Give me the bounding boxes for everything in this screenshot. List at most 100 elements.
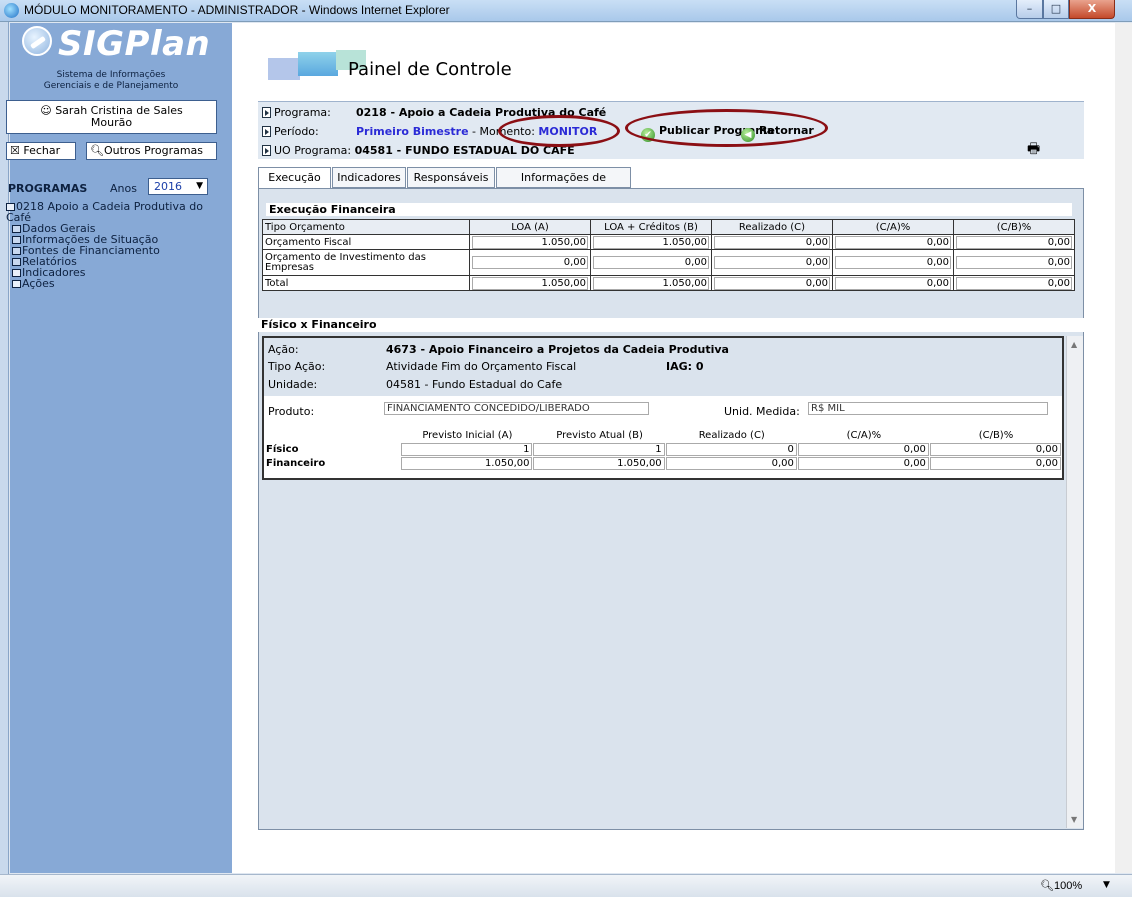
anos-value: 2016	[154, 180, 182, 193]
value-cell: 1.050,00	[469, 275, 591, 291]
value-cell: 0,00	[832, 275, 954, 291]
scroll-up-icon[interactable]: ▲	[1071, 340, 1077, 349]
value-text: 0,00	[929, 456, 1061, 470]
column-header: Realizado (C)	[711, 219, 833, 235]
zoom-level[interactable]: 🔍︎100%	[1040, 879, 1082, 892]
column-header: LOA + Créditos (B)	[590, 219, 712, 235]
value-text: 0,00	[797, 442, 929, 456]
page-scrollbar[interactable]	[1115, 23, 1132, 873]
fisico-financeiro-title: Físico x Financeiro	[258, 318, 1084, 332]
fechar-button[interactable]: ☒ Fechar	[6, 142, 76, 160]
value-text: 0,00	[593, 256, 709, 269]
anos-select[interactable]: 2016 ▼	[148, 178, 208, 195]
value-text: 0,00	[665, 456, 797, 470]
table-row: Físico 1 1 0 0,00 0,00	[266, 442, 1062, 456]
user-icon: ☺	[40, 104, 52, 117]
close-button[interactable]: X	[1069, 0, 1115, 19]
zoom-icon: 🔍︎	[1040, 880, 1054, 892]
value-cell: 0,00	[590, 249, 712, 276]
table-row: Total 1.050,00 1.050,00 0,00 0,00 0,00	[262, 275, 1075, 291]
value-text: 0,00	[835, 276, 951, 290]
value-cell: 0,00	[953, 234, 1075, 250]
value-text: 0,00	[714, 276, 830, 290]
minimize-button[interactable]: –	[1016, 0, 1043, 19]
value-cell: 0,00	[929, 456, 1062, 470]
produto-label: Produto:	[268, 405, 315, 418]
tree-item-label: Ações	[22, 277, 55, 290]
value-cell: 0,00	[929, 442, 1062, 456]
acao-value: 4673 - Apoio Financeiro a Projetos da Ca…	[386, 343, 729, 356]
tab-informacoes-validacao[interactable]: Informações de Validação	[496, 167, 631, 203]
value-text: 0,00	[714, 235, 830, 249]
tipo-cell: Orçamento Fiscal	[262, 234, 470, 250]
fechar-label: Fechar	[23, 144, 61, 157]
outros-programas-label: Outros Programas	[103, 144, 204, 157]
table-row: Financeiro 1.050,00 1.050,00 0,00 0,00 0…	[266, 456, 1062, 470]
value-cell: 0,00	[711, 275, 833, 291]
fisico-table: Previsto Inicial (A) Previsto Atual (B) …	[266, 428, 1062, 470]
programas-label: PROGRAMAS	[8, 182, 88, 195]
folder-icon	[12, 269, 21, 277]
value-text: 1.050,00	[472, 235, 588, 249]
tab-responsaveis[interactable]: Responsáveis	[407, 167, 495, 188]
column-header: LOA (A)	[469, 219, 591, 235]
program-tree: 0218 Apoio a Cadeia Produtiva do Café Da…	[6, 201, 220, 289]
value-text: 0,00	[797, 456, 929, 470]
value-cell: 1	[401, 442, 533, 456]
search-icon: 🔍︎	[90, 144, 104, 157]
panel-scrollbar[interactable]: ▲ ▼	[1066, 336, 1083, 828]
empty-header	[266, 428, 401, 442]
tab-execucao[interactable]: Execução	[258, 167, 331, 189]
print-icon[interactable]: 🖶	[1027, 138, 1040, 162]
periodo-label: Período:	[274, 125, 319, 138]
zoom-value: 100%	[1053, 880, 1083, 892]
brand-subtitle: Sistema de Informações Gerenciais e de P…	[0, 70, 222, 92]
value-cell: 0,00	[953, 275, 1075, 291]
scroll-down-icon[interactable]: ▼	[1071, 815, 1077, 824]
brand-name: SIGPlan	[58, 24, 211, 64]
outros-programas-button[interactable]: 🔍︎Outros Programas	[86, 142, 217, 160]
value-text: 0	[665, 442, 797, 456]
arrow-marker-icon	[262, 126, 271, 137]
maximize-button[interactable]: □	[1043, 0, 1069, 19]
arrow-marker-icon	[262, 145, 271, 156]
table-row: Orçamento Fiscal 1.050,00 1.050,00 0,00 …	[262, 234, 1075, 250]
periodo-value: Primeiro Bimestre	[356, 125, 469, 138]
value-text: 1.050,00	[593, 235, 709, 249]
column-header: Tipo Orçamento	[262, 219, 470, 235]
uo-row: UO Programa: 04581 - FUNDO ESTADUAL DO C…	[262, 144, 575, 158]
table-row: Orçamento de Investimento das Empresas 0…	[262, 249, 1075, 276]
page-title: Painel de Controle	[348, 59, 512, 80]
iag-value: IAG: 0	[666, 360, 704, 373]
unid-medida-field[interactable]: R$ MIL	[808, 402, 1048, 415]
tipo-acao-value: Atividade Fim do Orçamento Fiscal	[386, 360, 577, 373]
row-label: Financeiro	[266, 457, 326, 469]
value-cell: 0,00	[469, 249, 591, 276]
banner-block	[298, 52, 338, 76]
chevron-down-icon[interactable]: ▼	[1103, 880, 1110, 890]
tree-item-acoes[interactable]: Ações	[6, 278, 220, 289]
produto-field[interactable]: FINANCIAMENTO CONCEDIDO/LIBERADO	[384, 402, 649, 415]
unidade-value: 04581 - Fundo Estadual do Cafe	[386, 378, 563, 391]
programa-label: Programa:	[274, 106, 331, 119]
value-text: 0,00	[929, 442, 1061, 456]
value-cell: 1.050,00	[590, 234, 712, 250]
table-header-row: Previsto Inicial (A) Previsto Atual (B) …	[266, 428, 1062, 442]
value-text: 1	[401, 442, 533, 456]
page-icon	[12, 258, 21, 266]
execucao-table: Tipo Orçamento LOA (A) LOA + Créditos (B…	[262, 219, 1075, 291]
value-text: 0,00	[714, 256, 830, 269]
page-icon	[12, 247, 21, 255]
tree-root[interactable]: 0218 Apoio a Cadeia Produtiva do Café	[6, 201, 220, 223]
tab-indicadores[interactable]: Indicadores	[332, 167, 406, 188]
unid-medida-label: Unid. Medida:	[724, 405, 800, 418]
folder-open-icon	[6, 203, 15, 211]
value-cell: 0,00	[797, 456, 930, 470]
value-cell: 0,00	[832, 234, 954, 250]
folder-icon	[12, 280, 21, 288]
chevron-down-icon: ▼	[196, 181, 203, 191]
value-cell: 0,00	[665, 456, 798, 470]
status-bar: 🔍︎100% ▼	[0, 874, 1132, 897]
execucao-financeira-title: Execução Financeira	[266, 203, 1072, 216]
tipo-acao-label: Tipo Ação:	[268, 360, 326, 373]
